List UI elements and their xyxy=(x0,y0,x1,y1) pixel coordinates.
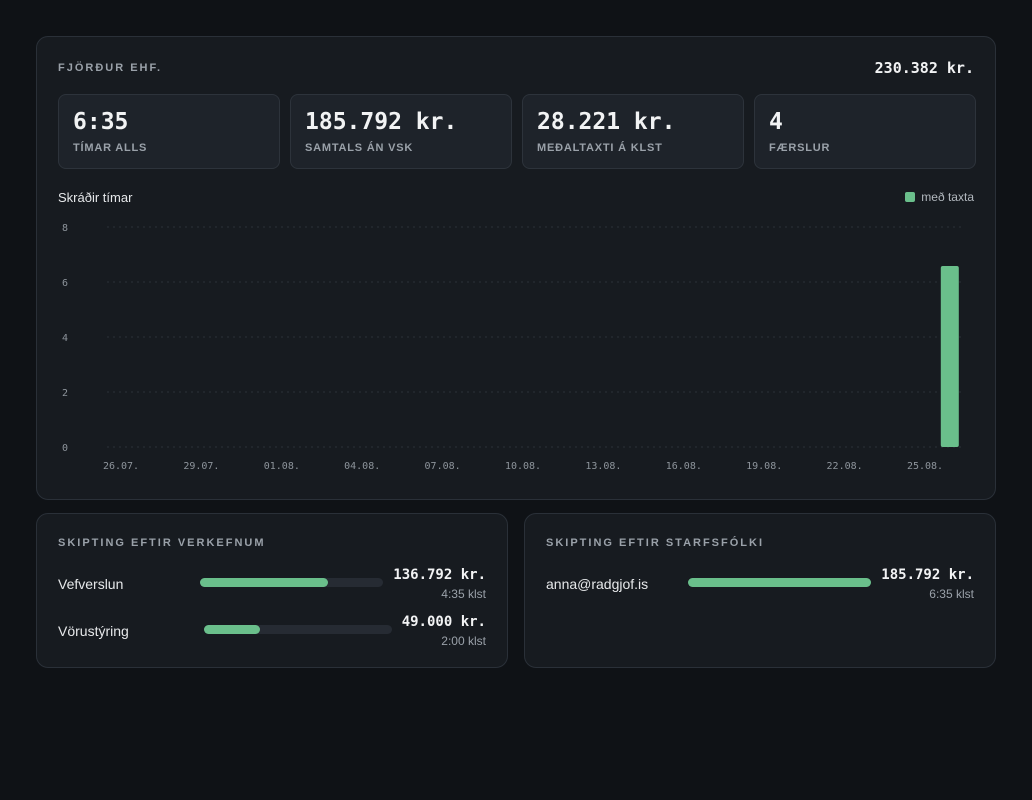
project-name: Vörustýring xyxy=(58,623,129,639)
project-bar-track xyxy=(200,578,383,587)
staff-breakdown-card: SKIPTING EFTIR STARFSFÓLKI anna@radgjof.… xyxy=(524,513,996,668)
x-tick-label: 29.07. xyxy=(183,461,219,472)
y-tick-label: 6 xyxy=(62,278,68,289)
projects-breakdown-card: SKIPTING EFTIR VERKEFNUM Vefverslun 136.… xyxy=(36,513,508,668)
staff-bar-fill xyxy=(688,578,871,587)
project-row-vefverslun: Vefverslun 136.792 kr. 4:35 klst xyxy=(58,567,486,601)
x-tick-label: 26.07. xyxy=(103,461,139,472)
y-tick-label: 4 xyxy=(62,333,68,344)
x-tick-label: 04.08. xyxy=(344,461,380,472)
chart-bar xyxy=(940,266,959,447)
y-tick-label: 2 xyxy=(62,388,68,399)
x-tick-label: 13.08. xyxy=(585,461,621,472)
y-tick-label: 8 xyxy=(62,223,68,234)
projects-breakdown-title: SKIPTING EFTIR VERKEFNUM xyxy=(58,537,266,549)
project-name: Vefverslun xyxy=(58,576,124,592)
project-bar-fill xyxy=(200,578,329,587)
project-amount: 49.000 kr. xyxy=(401,614,486,630)
y-tick-label: 0 xyxy=(62,443,68,454)
staff-hours: 6:35 klst xyxy=(929,587,974,601)
x-tick-label: 22.08. xyxy=(827,461,863,472)
x-tick-label: 01.08. xyxy=(264,461,300,472)
project-amount: 136.792 kr. xyxy=(393,567,486,583)
staff-bar-track xyxy=(688,578,871,587)
hours-chart: 0 2 4 6 8 26.07. 29.07. 01.08. 04.08. 07.08. 10.08… xyxy=(62,223,961,472)
x-tick-label: 16.08. xyxy=(666,461,702,472)
staff-row-anna: anna@radgjof.is 185.792 kr. 6:35 klst xyxy=(546,567,974,601)
x-tick-label: 25.08. xyxy=(907,461,943,472)
x-tick-label: 19.08. xyxy=(746,461,782,472)
summary-card: FJÖRÐUR EHF. 230.382 kr. 6:35 TÍMAR ALLS… xyxy=(36,36,996,500)
staff-name: anna@radgjof.is xyxy=(546,576,649,592)
project-hours: 4:35 klst xyxy=(441,587,486,601)
project-row-vorustyring: Vörustýring 49.000 kr. 2:00 klst xyxy=(58,614,486,648)
project-bar-fill xyxy=(204,625,261,634)
project-bar-track xyxy=(204,625,392,634)
x-tick-label: 10.08. xyxy=(505,461,541,472)
project-hours: 2:00 klst xyxy=(441,634,486,648)
staff-amount: 185.792 kr. xyxy=(881,567,974,583)
x-tick-label: 07.08. xyxy=(425,461,461,472)
staff-breakdown-title: SKIPTING EFTIR STARFSFÓLKI xyxy=(546,537,765,549)
